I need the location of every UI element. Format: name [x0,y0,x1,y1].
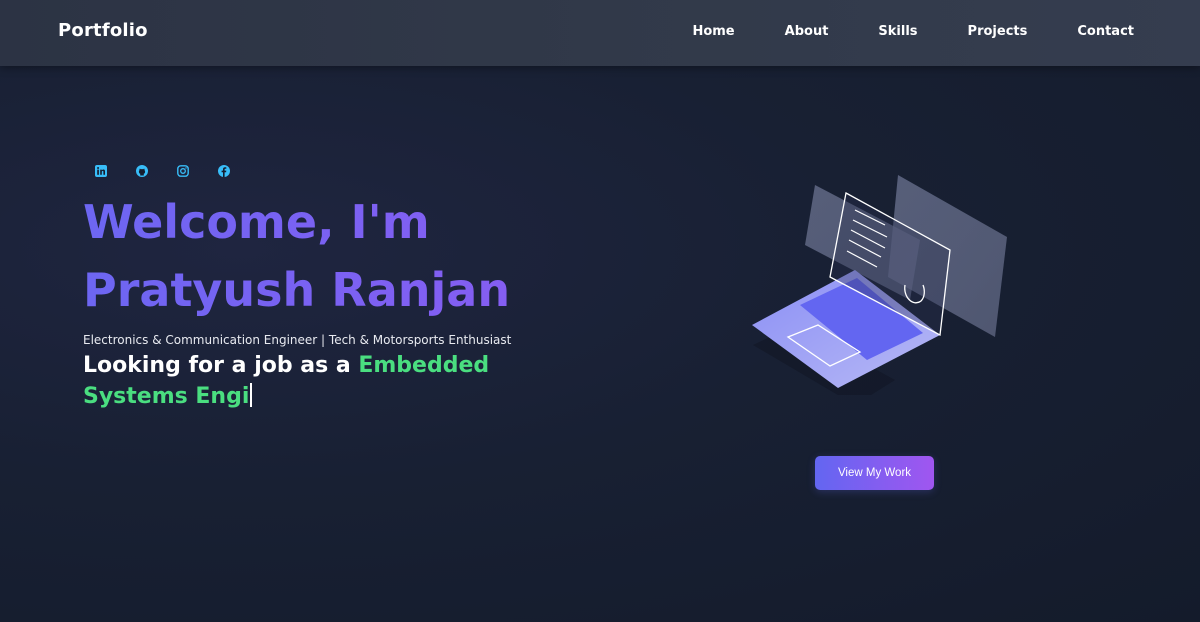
navbar: Portfolio Home About Skills Projects Con… [0,0,1200,66]
hero-title-line-1: Welcome, I'm [83,195,430,249]
nav-links: Home About Skills Projects Contact [692,24,1134,39]
linkedin-icon[interactable] [95,162,107,177]
nav-link-skills[interactable]: Skills [878,24,917,39]
view-my-work-button[interactable]: View My Work [815,456,934,490]
hero-title-line-2: Pratyush Ranjan [83,263,511,317]
social-links [95,162,230,177]
brand-logo[interactable]: Portfolio [58,20,148,41]
github-icon[interactable] [136,162,148,177]
nav-link-home[interactable]: Home [692,24,734,39]
nav-link-projects[interactable]: Projects [968,24,1028,39]
laptop-illustration [745,165,1015,405]
typing-cursor [250,383,253,407]
typing-text: Looking for a job as a Embedded Systems … [83,350,553,412]
page: Portfolio Home About Skills Projects Con… [0,0,1200,622]
typing-prefix: Looking for a job as a [83,353,359,378]
hero-subtitle: Electronics & Communication Engineer | T… [83,333,512,347]
instagram-icon[interactable] [177,162,189,177]
hero-title: Welcome, I'm Pratyush Ranjan [83,188,603,324]
nav-link-about[interactable]: About [785,24,829,39]
facebook-icon[interactable] [218,162,230,177]
nav-link-contact[interactable]: Contact [1077,24,1134,39]
